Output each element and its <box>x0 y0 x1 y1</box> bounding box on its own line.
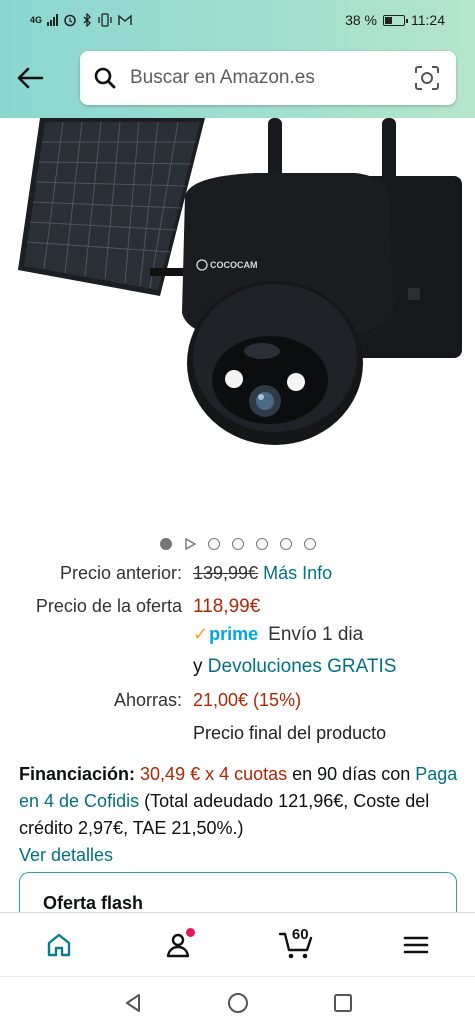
carousel-dot-5[interactable] <box>255 538 268 550</box>
system-back-button[interactable] <box>113 983 153 1023</box>
carousel-dot-1[interactable] <box>159 538 172 550</box>
cart-count: 60 <box>291 925 309 943</box>
system-navigation-bar <box>0 976 475 1029</box>
offer-price: 118,99€ <box>193 596 261 617</box>
camera-product-illustration: COCOCAM <box>18 118 462 445</box>
status-bar: 4G 38 % 11:24 <box>0 0 475 40</box>
nav-cart[interactable]: 60 <box>267 920 327 970</box>
circle-home-icon <box>227 993 248 1013</box>
carousel-dot-7[interactable] <box>303 538 316 550</box>
more-info-link[interactable]: Más Info <box>263 563 332 583</box>
camera-search-icon[interactable] <box>412 63 442 93</box>
savings-value: 21,00€ (15%) <box>193 690 302 710</box>
home-icon <box>48 933 71 956</box>
back-button[interactable] <box>14 62 46 94</box>
prime-check-icon: ✓ <box>193 624 209 644</box>
status-icons-left: 4G <box>30 13 132 27</box>
previous-price-value: 139,99€ Más Info <box>193 563 332 584</box>
battery-icon <box>383 14 408 26</box>
battery-level <box>385 16 392 24</box>
prime-logo: ✓ prime <box>193 624 258 645</box>
financing-info: Financiación: 30,49 € x 4 cuotas en 90 d… <box>19 761 459 869</box>
gmail-icon <box>118 14 132 25</box>
search-icon <box>92 65 118 91</box>
previous-price: 139,99€ <box>193 563 259 583</box>
battery-percent: 38 % <box>345 12 377 28</box>
free-returns-link[interactable]: Devoluciones GRATIS <box>208 656 397 677</box>
camera-light-right <box>287 373 305 391</box>
installments-amount: 30,49 € x 4 cuotas <box>140 764 288 784</box>
prime-text: prime <box>209 624 259 644</box>
returns-prefix: y <box>193 656 203 677</box>
prime-shipping: ✓ prime Envío 1 dia <box>193 624 363 646</box>
shipping-text: Envío 1 dia <box>268 624 364 645</box>
view-details-link[interactable]: Ver detalles <box>19 845 113 865</box>
camera-brand-logo: COCOCAM <box>210 260 258 270</box>
app-root: 4G 38 % 11:24 Buscar en Amazon.es COCOCA… <box>0 0 475 1029</box>
nav-menu[interactable] <box>386 920 446 970</box>
system-recents-button[interactable] <box>323 983 363 1023</box>
product-image[interactable]: COCOCAM <box>0 118 475 528</box>
carousel-dot-3[interactable] <box>207 538 220 550</box>
signal-icon <box>47 14 59 26</box>
carousel-dot-6[interactable] <box>279 538 292 550</box>
solar-panel <box>18 118 205 296</box>
square-recents-icon <box>333 994 352 1012</box>
flash-offer-title: Oferta flash <box>43 893 144 913</box>
alarm-icon <box>64 14 76 27</box>
previous-price-label: Precio anterior: <box>59 563 182 583</box>
clock: 11:24 <box>411 12 445 28</box>
financing-text-1: en 90 días con <box>287 764 416 784</box>
final-price-note: Precio final del producto <box>193 723 387 743</box>
image-carousel-indicator[interactable] <box>0 535 475 553</box>
search-bar[interactable]: Buscar en Amazon.es <box>80 51 456 105</box>
offer-price-label: Precio de la oferta <box>35 596 182 616</box>
bluetooth-icon <box>83 13 91 27</box>
notification-dot <box>186 927 196 937</box>
status-icons-right: 38 % 11:24 <box>345 12 445 28</box>
app-header: Buscar en Amazon.es <box>0 40 475 118</box>
savings-label: Ahorras: <box>113 690 182 710</box>
hamburger-menu-icon <box>403 936 428 953</box>
returns-value: y Devoluciones GRATIS <box>193 656 396 678</box>
network-type: 4G <box>30 14 43 25</box>
video-play-icon[interactable] <box>184 538 196 550</box>
back-arrow-icon <box>17 67 44 89</box>
financing-label: Financiación: <box>19 764 136 784</box>
nav-home[interactable] <box>29 920 89 970</box>
camera-light-left <box>225 370 243 388</box>
search-input[interactable]: Buscar en Amazon.es <box>130 67 412 89</box>
system-home-button[interactable] <box>218 983 258 1023</box>
triangle-back-icon <box>125 994 140 1012</box>
vibrate-icon <box>98 13 112 27</box>
carousel-dot-4[interactable] <box>231 538 244 550</box>
nav-account[interactable] <box>148 920 208 970</box>
bottom-navigation: 60 <box>0 912 475 976</box>
